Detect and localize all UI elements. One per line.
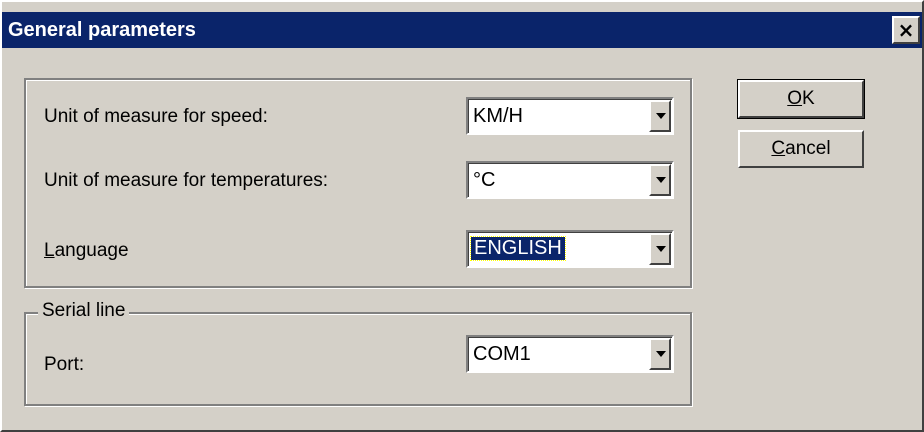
serial-line-legend: Serial line <box>38 300 130 322</box>
port-select[interactable]: COM1 <box>466 335 674 373</box>
temperature-unit-select[interactable]: °C <box>466 161 674 199</box>
serial-line-group: Serial line Port: COM1 <box>24 300 692 406</box>
cancel-button[interactable]: Cancel <box>738 130 864 168</box>
port-value: COM1 <box>473 343 531 365</box>
close-icon: × <box>897 18 915 42</box>
language-mnemonic: L <box>44 240 55 261</box>
units-group: Unit of measure for speed: KM/H Unit of … <box>24 78 692 288</box>
ok-mnemonic: O <box>787 88 803 109</box>
window-title: General parameters <box>8 19 196 41</box>
chevron-down-icon[interactable] <box>649 338 671 370</box>
temperature-unit-label: Unit of measure for temperatures: <box>44 170 329 191</box>
ok-label-rest: K <box>802 88 815 109</box>
language-value: ENGLISH <box>470 236 566 261</box>
port-label: Port: <box>44 354 85 375</box>
title-bar[interactable]: General parameters × <box>2 12 922 48</box>
speed-unit-label: Unit of measure for speed: <box>44 106 268 127</box>
ok-button[interactable]: OK <box>737 79 865 119</box>
temperature-unit-value: °C <box>473 169 496 191</box>
chevron-down-icon[interactable] <box>649 100 671 132</box>
close-button[interactable]: × <box>892 16 920 44</box>
language-select[interactable]: ENGLISH <box>466 230 674 268</box>
language-label-rest: anguage <box>54 240 129 261</box>
cancel-mnemonic: C <box>771 138 786 159</box>
chevron-down-icon[interactable] <box>649 164 671 196</box>
chevron-down-icon[interactable] <box>649 233 671 265</box>
speed-unit-value: KM/H <box>473 105 523 127</box>
speed-unit-select[interactable]: KM/H <box>466 97 674 135</box>
general-parameters-dialog: General parameters × Unit of measure for… <box>0 0 924 432</box>
cancel-label-rest: ancel <box>785 138 831 159</box>
language-label: Language <box>44 240 129 262</box>
